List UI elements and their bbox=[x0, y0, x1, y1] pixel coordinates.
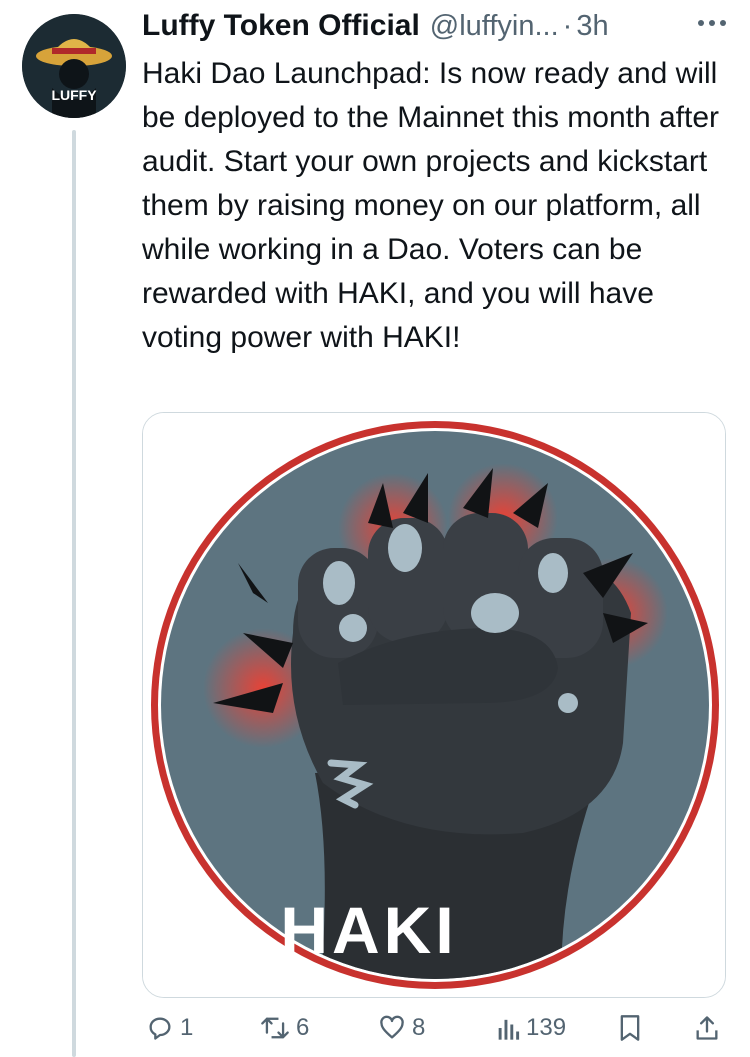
bookmark-icon bbox=[620, 1015, 640, 1041]
bookmark-button[interactable] bbox=[618, 1014, 642, 1042]
views-button[interactable]: 139 bbox=[496, 1014, 566, 1042]
retweet-icon bbox=[261, 1017, 289, 1039]
reply-button[interactable]: 1 bbox=[146, 1014, 193, 1042]
like-button[interactable]: 8 bbox=[378, 1014, 425, 1042]
retweet-count: 6 bbox=[296, 1014, 310, 1041]
analytics-icon bbox=[498, 1019, 520, 1040]
thread-line bbox=[72, 130, 76, 1057]
view-count: 139 bbox=[526, 1014, 567, 1041]
haki-fist-icon: HAKI bbox=[143, 413, 725, 997]
more-options-button[interactable] bbox=[694, 8, 730, 38]
retweet-button[interactable]: 6 bbox=[260, 1014, 309, 1042]
tweet-text: Haki Dao Launchpad: Is now ready and wil… bbox=[142, 57, 720, 354]
more-dots-icon bbox=[698, 20, 726, 26]
heart-icon bbox=[380, 1015, 404, 1039]
header-separator: · bbox=[562, 9, 573, 42]
like-count: 8 bbox=[412, 1014, 426, 1041]
tweet-media[interactable]: HAKI bbox=[142, 412, 726, 998]
tweet-header: Luffy Token Official @luffyin... · 3h bbox=[142, 4, 742, 48]
share-button[interactable] bbox=[694, 1014, 720, 1042]
author-handle[interactable]: @luffyin... bbox=[430, 10, 559, 43]
avatar-label: LUFFY bbox=[51, 87, 97, 103]
share-icon bbox=[696, 1016, 718, 1040]
media-label: HAKI bbox=[280, 893, 457, 967]
luffy-avatar-icon: LUFFY bbox=[22, 14, 126, 118]
tweet-timestamp[interactable]: 3h bbox=[576, 10, 608, 43]
avatar[interactable]: LUFFY bbox=[22, 14, 126, 118]
action-bar: 1 6 8 139 bbox=[142, 1006, 742, 1056]
author-name[interactable]: Luffy Token Official bbox=[142, 9, 420, 43]
reply-count: 1 bbox=[180, 1014, 194, 1041]
reply-icon bbox=[149, 1017, 171, 1040]
